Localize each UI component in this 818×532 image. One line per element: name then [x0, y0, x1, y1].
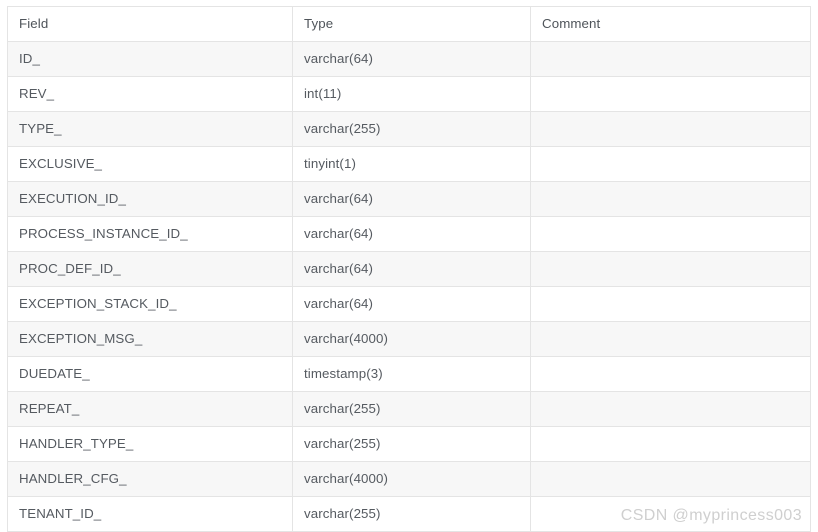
cell-type: varchar(255): [292, 496, 531, 532]
cell-type: int(11): [292, 76, 531, 112]
cell-type: varchar(64): [292, 41, 531, 77]
table-header: Field Type Comment: [7, 6, 811, 42]
cell-field: EXCEPTION_MSG_: [7, 321, 293, 357]
cell-type: varchar(64): [292, 181, 531, 217]
cell-field: REPEAT_: [7, 391, 293, 427]
cell-comment: [530, 181, 811, 217]
cell-field: TYPE_: [7, 111, 293, 147]
cell-type: varchar(255): [292, 391, 531, 427]
table-row[interactable]: EXECUTION_ID_ varchar(64): [7, 181, 811, 217]
cell-comment: [530, 216, 811, 252]
table-row[interactable]: REPEAT_ varchar(255): [7, 391, 811, 427]
cell-field: ID_: [7, 41, 293, 77]
cell-field: PROC_DEF_ID_: [7, 251, 293, 287]
table-row[interactable]: HANDLER_CFG_ varchar(4000): [7, 461, 811, 497]
cell-comment: [530, 426, 811, 462]
table-body: ID_ varchar(64) REV_ int(11) TYPE_ varchar(25…: [7, 41, 811, 532]
cell-comment: [530, 41, 811, 77]
column-header-comment[interactable]: Comment: [530, 6, 811, 42]
table-row[interactable]: DUEDATE_ timestamp(3): [7, 356, 811, 392]
table-header-row: Field Type Comment: [7, 6, 811, 42]
cell-comment: [530, 251, 811, 287]
table-row[interactable]: ID_ varchar(64): [7, 41, 811, 77]
schema-table: Field Type Comment ID_ varchar(64) REV_ int…: [7, 6, 811, 532]
column-header-type[interactable]: Type: [292, 6, 531, 42]
cell-type: varchar(64): [292, 286, 531, 322]
cell-type: varchar(255): [292, 111, 531, 147]
table-row[interactable]: EXCLUSIVE_ tinyint(1): [7, 146, 811, 182]
cell-type: varchar(255): [292, 426, 531, 462]
table-row[interactable]: HANDLER_TYPE_ varchar(255): [7, 426, 811, 462]
table-row[interactable]: TYPE_ varchar(255): [7, 111, 811, 147]
table-row[interactable]: PROC_DEF_ID_ varchar(64): [7, 251, 811, 287]
cell-type: varchar(64): [292, 216, 531, 252]
cell-field: EXCEPTION_STACK_ID_: [7, 286, 293, 322]
cell-comment: [530, 111, 811, 147]
column-header-field[interactable]: Field: [7, 6, 293, 42]
cell-type: timestamp(3): [292, 356, 531, 392]
table-row[interactable]: EXCEPTION_STACK_ID_ varchar(64): [7, 286, 811, 322]
cell-field: REV_: [7, 76, 293, 112]
cell-type: varchar(4000): [292, 321, 531, 357]
cell-field: TENANT_ID_: [7, 496, 293, 532]
cell-field: EXCLUSIVE_: [7, 146, 293, 182]
table-row[interactable]: REV_ int(11): [7, 76, 811, 112]
cell-comment: [530, 146, 811, 182]
cell-field: EXECUTION_ID_: [7, 181, 293, 217]
cell-type: varchar(4000): [292, 461, 531, 497]
cell-field: HANDLER_TYPE_: [7, 426, 293, 462]
cell-comment: [530, 461, 811, 497]
cell-comment: [530, 496, 811, 532]
cell-comment: [530, 286, 811, 322]
screen-root: Field Type Comment ID_ varchar(64) REV_ int…: [0, 0, 818, 532]
cell-type: varchar(64): [292, 251, 531, 287]
cell-field: HANDLER_CFG_: [7, 461, 293, 497]
cell-type: tinyint(1): [292, 146, 531, 182]
cell-field: DUEDATE_: [7, 356, 293, 392]
cell-field: PROCESS_INSTANCE_ID_: [7, 216, 293, 252]
table-row[interactable]: EXCEPTION_MSG_ varchar(4000): [7, 321, 811, 357]
cell-comment: [530, 391, 811, 427]
cell-comment: [530, 76, 811, 112]
cell-comment: [530, 321, 811, 357]
table-row[interactable]: TENANT_ID_ varchar(255): [7, 496, 811, 532]
cell-comment: [530, 356, 811, 392]
table-row[interactable]: PROCESS_INSTANCE_ID_ varchar(64): [7, 216, 811, 252]
schema-table-container: Field Type Comment ID_ varchar(64) REV_ int…: [7, 6, 811, 532]
